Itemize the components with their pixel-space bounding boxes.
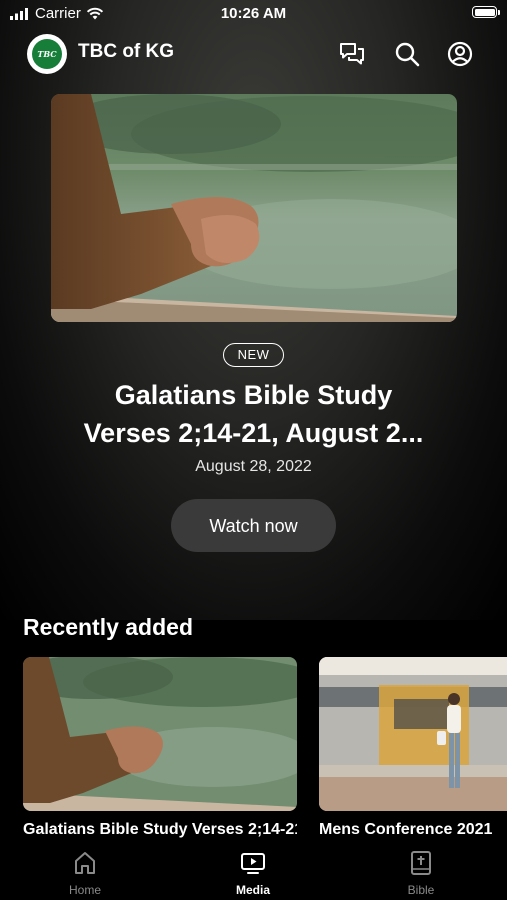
media-card-thumbnail[interactable]	[23, 657, 297, 811]
bible-icon	[411, 851, 431, 875]
tab-media[interactable]: Media	[193, 841, 313, 900]
home-icon	[75, 852, 95, 874]
app-header: TBC TBC of KG	[0, 32, 507, 76]
train-platform-image	[319, 657, 507, 811]
logo-text: TBC	[32, 39, 62, 69]
status-bar: Carrier 10:26 AM	[0, 0, 507, 28]
hero-title-line2: Verses 2;14-21, August 2...	[83, 418, 424, 448]
profile-icon[interactable]	[446, 40, 474, 68]
new-badge: NEW	[223, 343, 284, 367]
tab-label: Home	[68, 883, 101, 897]
watch-now-button[interactable]: Watch now	[171, 499, 336, 552]
section-title-recently-added: Recently added	[23, 614, 193, 640]
tab-bar: Home Media Bible	[0, 841, 507, 900]
praying-hands-image	[51, 94, 457, 322]
search-icon[interactable]	[393, 40, 421, 68]
app-logo[interactable]: TBC	[27, 34, 67, 74]
tab-label: Bible	[407, 883, 435, 897]
media-card-title[interactable]: Galatians Bible Study Verses 2;14-21, Au…	[23, 821, 297, 839]
hero-title-line1: Galatians Bible Study	[114, 380, 393, 410]
praying-hands-image	[23, 657, 297, 811]
media-icon	[241, 853, 265, 874]
chat-icon[interactable]	[338, 40, 366, 68]
status-time: 10:26 AM	[220, 5, 287, 22]
hero-thumbnail[interactable]	[51, 94, 457, 322]
media-card-thumbnail[interactable]	[319, 657, 507, 811]
battery-icon	[472, 6, 500, 18]
hero-date: August 28, 2022	[195, 458, 312, 475]
tab-home[interactable]: Home	[25, 841, 145, 900]
tab-bible[interactable]: Bible	[361, 841, 481, 900]
media-card-title[interactable]: Mens Conference 2021	[319, 821, 507, 839]
tab-label: Media	[235, 883, 270, 897]
app-title: TBC of KG	[78, 41, 175, 62]
